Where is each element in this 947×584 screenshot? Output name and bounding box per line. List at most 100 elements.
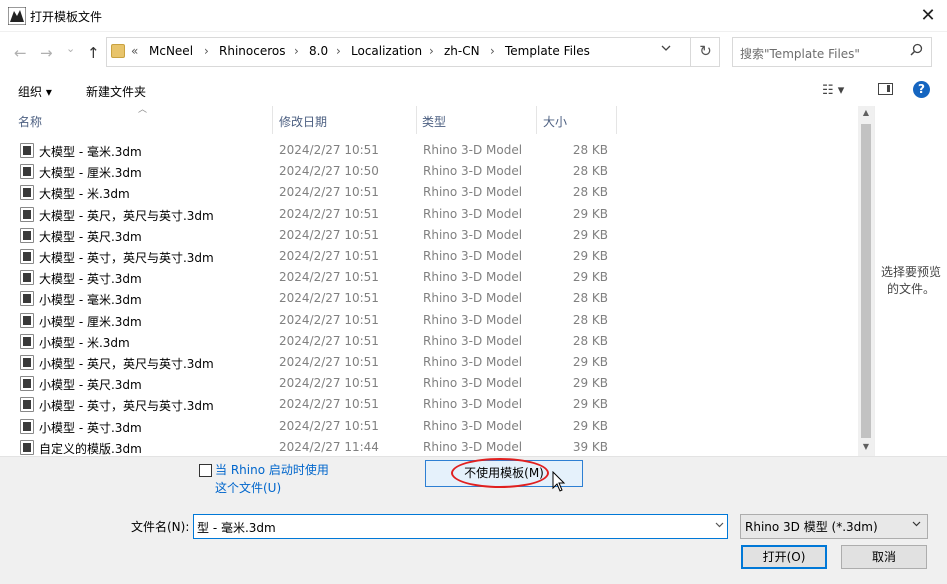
file-name: 大模型 - 英寸，英尺与英寸.3dm (39, 251, 214, 265)
use-on-startup-label[interactable]: 当 Rhino 启动时使用 这个文件(U) (215, 461, 345, 497)
scrollbar-thumb[interactable] (861, 124, 871, 438)
rhino-file-icon (20, 164, 34, 180)
address-dropdown-chevron-icon[interactable] (660, 42, 672, 54)
breadcrumb-template-files[interactable]: Template Files (505, 44, 590, 58)
file-type: Rhino 3-D Model (423, 270, 523, 285)
breadcrumb-mcneel[interactable]: McNeel (149, 44, 193, 58)
breadcrumb-separator-icon[interactable]: › (429, 44, 434, 58)
column-divider[interactable] (416, 106, 417, 134)
file-row[interactable]: 小模型 - 英寸，英尺与英寸.3dm 2024/2/27 10:51 Rhino 3… (0, 394, 858, 415)
open-button[interactable]: 打开(O) (741, 545, 827, 569)
file-type: Rhino 3-D Model (423, 333, 523, 348)
file-row[interactable]: 自定义的模版.3dm 2024/2/27 11:44 Rhino 3-D Model… (0, 437, 858, 456)
file-row[interactable]: 小模型 - 英尺，英尺与英寸.3dm 2024/2/27 10:51 Rhino 3… (0, 352, 858, 373)
new-folder-button[interactable]: 新建文件夹 (86, 83, 146, 100)
file-name: 小模型 - 英寸.3dm (39, 420, 142, 435)
forward-arrow-icon[interactable]: → (40, 44, 53, 62)
path-overflow-icon[interactable]: « (131, 44, 138, 58)
rhino-app-icon (8, 7, 26, 25)
filename-value[interactable]: 型 - 毫米.3dm (197, 519, 276, 536)
file-size: 29 KB (572, 270, 608, 285)
filename-dropdown-chevron-icon[interactable] (714, 519, 725, 530)
file-type: Rhino 3-D Model (423, 206, 523, 221)
file-size: 28 KB (572, 143, 608, 157)
file-type: Rhino 3-D Model (423, 312, 523, 327)
column-divider[interactable] (616, 106, 617, 134)
scroll-down-arrow-icon[interactable]: ▼ (858, 442, 874, 451)
breadcrumb-zh-cn[interactable]: zh-CN (444, 44, 480, 58)
file-date: 2024/2/27 10:51 (279, 249, 379, 263)
file-name: 小模型 - 厘米.3dm (39, 314, 142, 329)
file-name: 小模型 - 米.3dm (39, 335, 130, 350)
breadcrumb-separator-icon[interactable]: › (204, 44, 209, 58)
refresh-icon[interactable]: ↻ (690, 37, 720, 67)
file-row[interactable]: 小模型 - 英寸.3dm 2024/2/27 10:51 Rhino 3-D Mod… (0, 416, 858, 437)
file-row[interactable]: 大模型 - 英尺.3dm 2024/2/27 10:51 Rhino 3-D Mod… (0, 225, 858, 246)
rhino-file-icon (20, 312, 34, 328)
rhino-file-icon (20, 206, 34, 222)
file-row[interactable]: 大模型 - 米.3dm 2024/2/27 10:51 Rhino 3-D Mode… (0, 182, 858, 203)
file-type: Rhino 3-D Model (423, 397, 523, 412)
folder-icon (111, 44, 125, 58)
file-name: 大模型 - 厘米.3dm (39, 166, 142, 181)
file-row[interactable]: 小模型 - 毫米.3dm 2024/2/27 10:51 Rhino 3-D Mod… (0, 288, 858, 309)
column-header-size[interactable]: 大小 (543, 113, 567, 130)
breadcrumb-localization[interactable]: Localization (351, 44, 422, 58)
rhino-file-icon (20, 418, 34, 434)
column-divider[interactable] (272, 106, 273, 134)
column-header-type[interactable]: 类型 (422, 113, 446, 130)
file-type: Rhino 3-D Model (423, 291, 523, 306)
file-row[interactable]: 大模型 - 英寸，英尺与英寸.3dm 2024/2/27 10:51 Rhino 3… (0, 246, 858, 267)
file-row[interactable]: 大模型 - 厘米.3dm 2024/2/27 10:50 Rhino 3-D Mod… (0, 161, 858, 182)
help-icon[interactable]: ? (913, 81, 930, 98)
up-arrow-icon[interactable]: ↑ (87, 44, 100, 62)
file-row[interactable]: 小模型 - 英尺.3dm 2024/2/27 10:51 Rhino 3-D Mod… (0, 373, 858, 394)
file-row[interactable]: 大模型 - 英尺，英尺与英寸.3dm 2024/2/27 10:51 Rhino 3… (0, 204, 858, 225)
file-date: 2024/2/27 10:51 (279, 227, 379, 242)
file-date: 2024/2/27 11:44 (279, 439, 379, 454)
search-placeholder: 搜索"Template Files" (740, 47, 860, 61)
back-arrow-icon[interactable]: ← (14, 44, 27, 62)
breadcrumb-rhinoceros[interactable]: Rhinoceros (219, 44, 285, 58)
file-row[interactable]: 小模型 - 米.3dm 2024/2/27 10:51 Rhino 3-D Mode… (0, 331, 858, 352)
file-name: 小模型 - 英尺，英尺与英寸.3dm (39, 357, 214, 371)
file-size: 29 KB (572, 376, 608, 391)
use-on-startup-label-line1[interactable]: 当 Rhino 启动时使用 (215, 461, 345, 479)
breadcrumb-separator-icon[interactable]: › (490, 44, 495, 58)
breadcrumb-separator-icon[interactable]: › (336, 44, 341, 58)
file-name: 大模型 - 英尺，英尺与英寸.3dm (39, 208, 214, 223)
scroll-up-arrow-icon[interactable]: ▲ (858, 108, 874, 117)
file-name: 自定义的模版.3dm (39, 441, 142, 456)
column-header-date[interactable]: 修改日期 (279, 113, 327, 130)
file-size: 29 KB (572, 227, 608, 242)
title-bar (0, 0, 947, 32)
organize-button[interactable]: 组织 ▾ (18, 83, 52, 100)
use-on-startup-label-line2[interactable]: 这个文件(U) (215, 479, 345, 497)
close-button[interactable]: ✕ (915, 4, 941, 28)
change-view-icon[interactable]: ☷ ▾ (822, 83, 844, 98)
file-date: 2024/2/27 10:51 (279, 418, 379, 433)
recent-locations-chevron-icon[interactable]: ⌄ (66, 42, 75, 55)
file-type: Rhino 3-D Model (423, 376, 523, 391)
file-row[interactable]: 大模型 - 毫米.3dm 2024/2/27 10:51 Rhino 3-D Mod… (0, 140, 858, 161)
file-size: 28 KB (572, 164, 608, 179)
file-type-value[interactable]: Rhino 3D 模型 (*.3dm) (745, 518, 878, 535)
column-divider[interactable] (536, 106, 537, 134)
file-name: 大模型 - 英寸.3dm (39, 272, 142, 287)
use-on-startup-checkbox[interactable] (199, 464, 212, 477)
preview-pane-icon[interactable] (878, 83, 893, 95)
rhino-file-icon (20, 376, 34, 392)
search-icon[interactable] (910, 43, 923, 56)
file-size: 39 KB (572, 439, 608, 454)
column-header-name[interactable]: 名称 (18, 113, 42, 130)
file-type-chevron-icon[interactable] (911, 518, 922, 529)
file-row[interactable]: 小模型 - 厘米.3dm 2024/2/27 10:51 Rhino 3-D Mod… (0, 310, 858, 331)
breadcrumb-8-0[interactable]: 8.0 (309, 44, 328, 58)
preview-message: 选择要预览的文件。 (880, 265, 941, 296)
file-type: Rhino 3-D Model (423, 143, 523, 157)
breadcrumb-separator-icon[interactable]: › (294, 44, 299, 58)
file-size: 29 KB (572, 355, 608, 369)
file-row[interactable]: 大模型 - 英寸.3dm 2024/2/27 10:51 Rhino 3-D Mod… (0, 267, 858, 288)
file-size: 28 KB (572, 291, 608, 306)
cancel-button[interactable]: 取消 (841, 545, 927, 569)
